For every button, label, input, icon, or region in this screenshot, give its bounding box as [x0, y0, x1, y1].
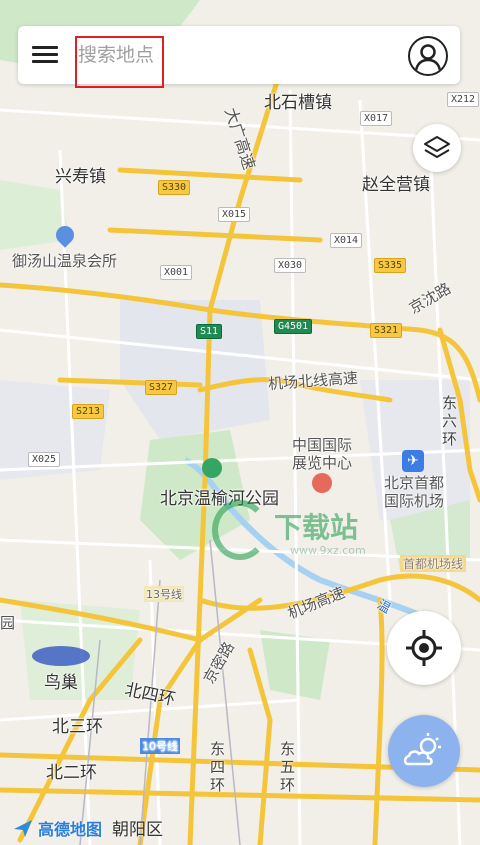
label-airport-line: 首都机场线 — [400, 555, 467, 572]
layers-icon — [424, 136, 450, 158]
shield-s11: S11 — [196, 324, 223, 339]
locate-icon — [406, 630, 442, 666]
shield-s335: S335 — [374, 258, 407, 273]
shield-g4501: G4501 — [274, 319, 313, 334]
shield-x025: X025 — [28, 452, 61, 467]
label-dongliuhuan: 东六环 — [442, 394, 458, 448]
label-bei3: 北三环 — [52, 717, 103, 737]
weather-button[interactable] — [388, 715, 460, 787]
label-dongwuhuan: 东五环 — [280, 740, 296, 794]
shield-s327: S327 — [145, 380, 178, 395]
map-logo: 高德地图 朝阳区 — [12, 815, 163, 840]
label-beishicao: 北石槽镇 — [264, 93, 332, 113]
niaochao-icon[interactable] — [32, 646, 90, 666]
search-bar — [18, 26, 460, 88]
label-niaochao: 鸟巢 — [44, 673, 78, 693]
shield-x015: X015 — [218, 207, 251, 222]
search-input[interactable] — [78, 36, 398, 74]
shield-x001: X001 — [160, 265, 193, 280]
label-yuan: 园 — [0, 614, 16, 632]
label-district: 朝阳区 — [112, 820, 164, 840]
expo-icon[interactable] — [312, 473, 332, 493]
locate-button[interactable] — [387, 611, 461, 685]
user-icon[interactable] — [408, 36, 448, 76]
shield-s213: S213 — [72, 404, 105, 419]
watermark-url: www.9xz.com — [290, 544, 366, 557]
watermark-logo-icon — [212, 500, 268, 560]
shield-s330: S330 — [158, 180, 191, 195]
watermark: 下载站 www.9xz.com — [212, 500, 392, 570]
label-airport: 北京首都 国际机场 — [384, 474, 445, 510]
shield-x212: X212 — [447, 92, 480, 107]
label-line10: 10号线 — [140, 738, 180, 754]
weather-icon — [403, 733, 441, 766]
label-bei2: 北二环 — [46, 763, 97, 783]
airport-icon[interactable]: ✈ — [402, 450, 424, 472]
park-icon[interactable] — [202, 458, 222, 478]
label-dongsihuan: 东四环 — [210, 740, 226, 794]
logo-text: 高德地图 — [38, 819, 103, 839]
shield-x030: X030 — [274, 258, 307, 273]
label-line13: 13号线 — [144, 586, 184, 602]
shield-s321: S321 — [370, 323, 403, 338]
menu-icon[interactable] — [32, 42, 62, 68]
watermark-text: 下载站 — [274, 511, 359, 544]
label-xingshou: 兴寿镇 — [55, 167, 106, 187]
shield-x014: X014 — [330, 233, 363, 248]
amap-logo-icon — [14, 819, 32, 837]
label-yutangshan: 御汤山温泉会所 — [12, 252, 118, 270]
label-zhaoquanying: 赵全营镇 — [362, 175, 430, 195]
layers-button[interactable] — [413, 124, 461, 172]
shield-x017: X017 — [360, 111, 393, 126]
label-expo: 中国国际 展览中心 — [292, 436, 353, 472]
